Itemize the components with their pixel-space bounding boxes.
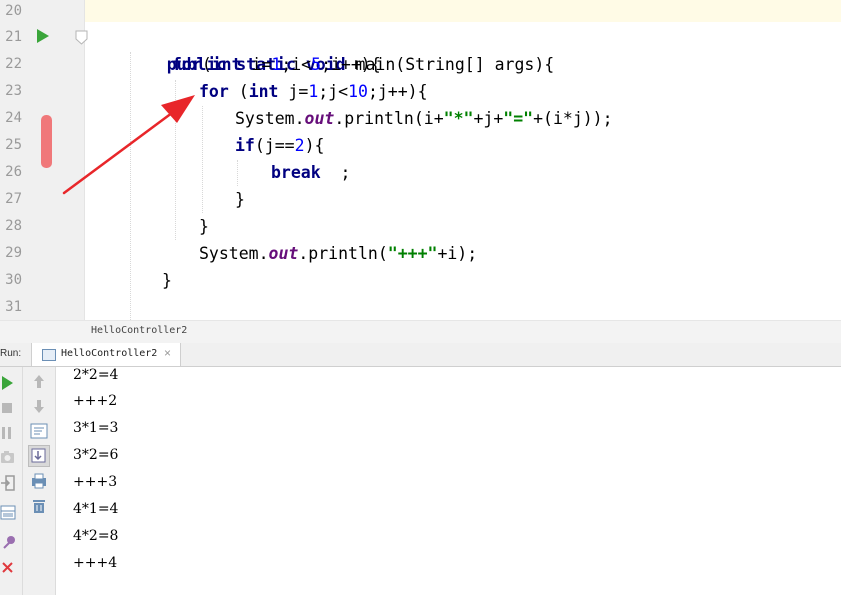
code-line-29[interactable]: System.out.println("+++"+i); — [199, 240, 477, 267]
code-text: +(i*j)); — [533, 109, 613, 128]
code-text: ;j++){ — [367, 82, 428, 101]
keyword: for — [172, 55, 202, 74]
code-text: j= — [278, 82, 309, 101]
code-text: main(String[] args){ — [355, 55, 555, 74]
soft-wrap-icon[interactable] — [28, 420, 50, 442]
keyword: int — [211, 55, 242, 74]
static-field: out — [304, 109, 335, 128]
code-text: ){ — [304, 136, 325, 155]
number-literal: 10 — [348, 82, 368, 101]
console-line: +++2 — [73, 393, 118, 409]
console-toolbar — [23, 367, 56, 595]
line-number: 28 — [5, 218, 22, 234]
code-text: .println( — [298, 244, 388, 263]
application-icon — [42, 349, 56, 361]
line-number: 30 — [5, 272, 22, 288]
console-line: +++4 — [73, 555, 118, 571]
code-line-23[interactable]: for (int j=1;j<10;j++){ — [199, 78, 428, 105]
run-gutter-icon[interactable] — [36, 28, 50, 44]
code-text: (j== — [254, 136, 295, 155]
code-text: +j+ — [473, 109, 504, 128]
code-editor[interactable]: 20 21 22 23 24 25 26 27 28 29 30 31 publ… — [0, 0, 841, 320]
rerun-icon[interactable] — [0, 373, 20, 393]
scroll-down-icon[interactable] — [28, 395, 50, 417]
run-label: Run: — [0, 348, 22, 359]
keyword: break — [271, 163, 321, 182]
string-literal: "+++" — [387, 244, 438, 263]
line-number: 21 — [5, 29, 22, 45]
code-text: .println(i+ — [334, 109, 444, 128]
pin-icon[interactable] — [0, 533, 20, 553]
dump-threads-icon[interactable] — [0, 447, 20, 467]
code-text: ;i++){ — [321, 55, 381, 74]
close-tab-icon[interactable]: × — [164, 346, 171, 360]
run-toolbar — [0, 367, 23, 595]
code-line-24[interactable]: System.out.println(i+"*"+j+"="+(i*j)); — [235, 105, 613, 132]
code-line-25[interactable]: if(j==2){ — [235, 132, 324, 159]
code-text: } — [162, 271, 172, 290]
close-icon[interactable] — [0, 559, 20, 579]
string-literal: "*" — [443, 109, 474, 128]
run-tool-window-header: Run: HelloController2 × — [0, 343, 841, 367]
line-number: 22 — [5, 56, 22, 72]
console-line: +++3 — [73, 474, 118, 490]
breakpoint-mark — [41, 115, 52, 168]
keyword: if — [235, 136, 255, 155]
code-line-30[interactable]: } — [162, 267, 172, 294]
console-line: 3*2=6 — [73, 447, 119, 463]
console-output[interactable]: 2*2=4 +++2 3*1=3 3*2=6 +++3 4*1=4 4*2=8 … — [56, 367, 841, 595]
console-line: 4*2=8 — [73, 528, 119, 544]
current-line-highlight — [85, 0, 841, 22]
number-literal: 2 — [294, 136, 305, 155]
line-number: 20 — [5, 3, 22, 19]
code-line-26[interactable]: break ; — [271, 159, 350, 186]
line-number: 26 — [5, 164, 22, 180]
breadcrumb-item[interactable]: HelloController2 — [91, 325, 187, 336]
pause-icon[interactable] — [0, 423, 20, 443]
code-text: +i); — [437, 244, 478, 263]
line-number: 24 — [5, 110, 22, 126]
number-literal: 5 — [311, 55, 322, 74]
code-text: ( — [201, 55, 212, 74]
code-line-21[interactable]: public static void main(String[] args){ — [127, 24, 554, 74]
stop-icon[interactable] — [0, 398, 20, 418]
annotation-arrow — [62, 95, 195, 195]
print-icon[interactable] — [28, 470, 50, 492]
code-text: ;i< — [281, 55, 312, 74]
code-line-22[interactable]: for(int i=1;i<5;i++){ — [172, 51, 381, 78]
scroll-up-icon[interactable] — [28, 371, 50, 393]
line-number: 29 — [5, 245, 22, 261]
code-text: i= — [241, 55, 272, 74]
breadcrumb[interactable]: HelloController2 — [0, 320, 841, 344]
static-field: out — [268, 244, 299, 263]
line-number: 31 — [5, 299, 22, 315]
line-number: 27 — [5, 191, 22, 207]
scroll-to-end-icon — [31, 448, 46, 463]
run-tab-label: HelloController2 — [61, 348, 158, 359]
string-literal: "=" — [503, 109, 534, 128]
code-text: System. — [199, 244, 269, 263]
number-literal: 1 — [271, 55, 282, 74]
code-text: } — [235, 190, 245, 209]
code-text: } — [199, 217, 209, 236]
number-literal: 1 — [308, 82, 319, 101]
keyword: int — [248, 82, 279, 101]
console-line: 3*1=3 — [73, 420, 119, 436]
fold-icon[interactable] — [74, 30, 90, 46]
code-text: ( — [228, 82, 249, 101]
console-line: 4*1=4 — [73, 501, 119, 517]
trash-icon[interactable] — [28, 495, 50, 517]
line-number: 23 — [5, 83, 22, 99]
code-text: System. — [235, 109, 305, 128]
code-line-28[interactable]: } — [199, 213, 209, 240]
scroll-to-end-button[interactable] — [28, 445, 50, 467]
code-line-27[interactable]: } — [235, 186, 245, 213]
code-text: ; — [320, 163, 351, 182]
console-line: 2*2=4 — [73, 367, 119, 383]
exit-icon[interactable] — [0, 473, 20, 493]
layout-icon[interactable] — [0, 503, 20, 523]
indent-guide — [237, 160, 238, 186]
line-number: 25 — [5, 137, 22, 153]
code-text: ;j< — [318, 82, 349, 101]
